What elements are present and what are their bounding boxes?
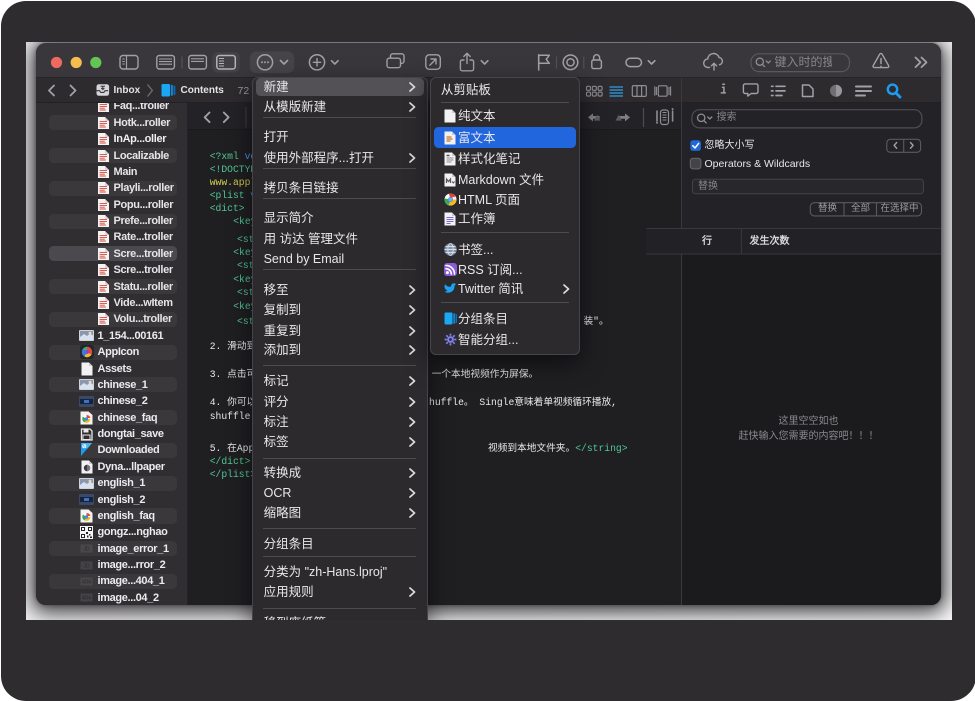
svg-text:JD: JD	[83, 563, 90, 569]
svg-text:404: 404	[82, 596, 91, 602]
svg-text:JD: JD	[83, 547, 90, 553]
svg-text:404: 404	[82, 579, 91, 585]
